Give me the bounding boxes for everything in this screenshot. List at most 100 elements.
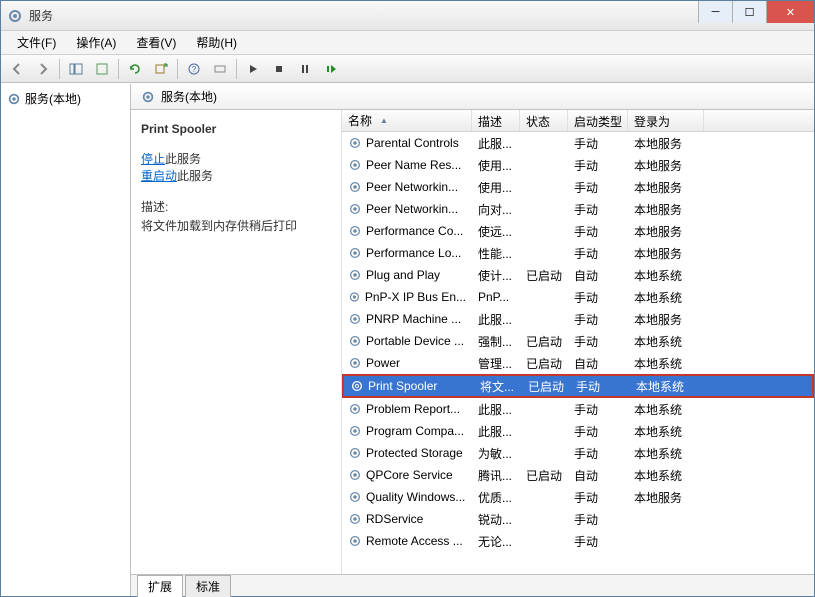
col-header-status[interactable]: 状态 xyxy=(520,110,568,131)
stop-link[interactable]: 停止 xyxy=(141,152,165,166)
cell-desc: 管理... xyxy=(472,352,520,375)
cell-logon: 本地服务 xyxy=(628,154,704,177)
pause-service-button[interactable] xyxy=(293,58,317,80)
menu-file[interactable]: 文件(F) xyxy=(7,32,66,53)
table-row[interactable]: Power管理...已启动自动本地系统 xyxy=(342,352,814,374)
minimize-button[interactable]: ─ xyxy=(698,1,732,23)
cell-desc: PnP... xyxy=(472,287,520,307)
table-row[interactable]: Print Spooler将文...已启动手动本地系统 xyxy=(342,374,814,398)
tab-standard[interactable]: 标准 xyxy=(185,575,231,597)
cell-startup: 手动 xyxy=(568,286,628,309)
right-body: Print Spooler 停止此服务 重启动此服务 描述: 将文件加载到内存供… xyxy=(131,110,814,574)
col-header-desc[interactable]: 描述 xyxy=(472,110,520,131)
cell-startup: 手动 xyxy=(568,398,628,421)
table-row[interactable]: Remote Access ...无论...手动 xyxy=(342,530,814,552)
table-row[interactable]: PnP-X IP Bus En...PnP...手动本地系统 xyxy=(342,286,814,308)
cell-startup: 手动 xyxy=(568,308,628,331)
col-header-name[interactable]: 名称▲ xyxy=(342,110,472,131)
cell-status xyxy=(520,428,568,434)
table-row[interactable]: QPCore Service腾讯...已启动自动本地系统 xyxy=(342,464,814,486)
show-hide-tree-button[interactable] xyxy=(64,58,88,80)
cell-desc: 将文... xyxy=(474,375,522,398)
tab-extended[interactable]: 扩展 xyxy=(137,575,183,597)
table-row[interactable]: RDService锐动...手动 xyxy=(342,508,814,530)
cell-name: Portable Device ... xyxy=(342,331,472,351)
table-row[interactable]: Problem Report...此服...手动本地系统 xyxy=(342,398,814,420)
table-row[interactable]: Peer Networkin...使用...手动本地服务 xyxy=(342,176,814,198)
tree-root-item[interactable]: 服务(本地) xyxy=(5,88,126,109)
gear-icon xyxy=(348,290,361,304)
description-label: 描述: xyxy=(141,198,331,215)
gear-icon xyxy=(348,180,362,194)
cell-name: Protected Storage xyxy=(342,443,472,463)
table-row[interactable]: Portable Device ...强制...已启动手动本地系统 xyxy=(342,330,814,352)
gear-icon xyxy=(348,512,362,526)
cell-status xyxy=(520,450,568,456)
cell-startup: 手动 xyxy=(568,420,628,443)
export-button[interactable] xyxy=(149,58,173,80)
toolbar-button[interactable] xyxy=(208,58,232,80)
properties-button[interactable] xyxy=(90,58,114,80)
gear-icon xyxy=(348,268,362,282)
menubar: 文件(F) 操作(A) 查看(V) 帮助(H) xyxy=(1,31,814,55)
menu-view[interactable]: 查看(V) xyxy=(126,32,186,53)
col-header-logon[interactable]: 登录为 xyxy=(628,110,704,131)
cell-startup: 自动 xyxy=(568,352,628,375)
cell-desc: 此服... xyxy=(472,398,520,421)
maximize-button[interactable]: ☐ xyxy=(732,1,766,23)
titlebar[interactable]: 服务 ─ ☐ ✕ xyxy=(1,1,814,31)
cell-startup: 手动 xyxy=(568,198,628,221)
gear-icon xyxy=(7,92,21,106)
cell-logon xyxy=(628,538,704,544)
table-row[interactable]: Plug and Play使计...已启动自动本地系统 xyxy=(342,264,814,286)
cell-logon: 本地系统 xyxy=(628,420,704,443)
cell-logon: 本地系统 xyxy=(630,375,706,398)
table-row[interactable]: Protected Storage为敏...手动本地系统 xyxy=(342,442,814,464)
table-row[interactable]: Parental Controls此服...手动本地服务 xyxy=(342,132,814,154)
cell-desc: 使用... xyxy=(472,154,520,177)
cell-status xyxy=(520,406,568,412)
cell-desc: 优质... xyxy=(472,486,520,509)
table-row[interactable]: Performance Lo...性能...手动本地服务 xyxy=(342,242,814,264)
cell-status xyxy=(520,316,568,322)
selected-service-name: Print Spooler xyxy=(141,122,331,136)
start-service-button[interactable] xyxy=(241,58,265,80)
right-header: 服务(本地) xyxy=(131,84,814,110)
separator xyxy=(177,59,178,79)
gear-icon xyxy=(348,402,362,416)
cell-name: Plug and Play xyxy=(342,265,472,285)
service-list: 名称▲ 描述 状态 启动类型 登录为 Parental Controls此服..… xyxy=(341,110,814,574)
table-row[interactable]: PNRP Machine ...此服...手动本地服务 xyxy=(342,308,814,330)
help-button[interactable]: ? xyxy=(182,58,206,80)
back-button[interactable] xyxy=(5,58,29,80)
cell-logon: 本地服务 xyxy=(628,132,704,155)
col-header-startup[interactable]: 启动类型 xyxy=(568,110,628,131)
table-row[interactable]: Peer Networkin...向对...手动本地服务 xyxy=(342,198,814,220)
cell-status: 已启动 xyxy=(520,464,568,487)
cell-logon: 本地服务 xyxy=(628,198,704,221)
refresh-button[interactable] xyxy=(123,58,147,80)
window-controls: ─ ☐ ✕ xyxy=(698,1,814,23)
table-row[interactable]: Peer Name Res...使用...手动本地服务 xyxy=(342,154,814,176)
cell-status xyxy=(520,184,568,190)
cell-desc: 强制... xyxy=(472,330,520,353)
cell-logon: 本地系统 xyxy=(628,264,704,287)
table-row[interactable]: Quality Windows...优质...手动本地服务 xyxy=(342,486,814,508)
forward-button[interactable] xyxy=(31,58,55,80)
menu-help[interactable]: 帮助(H) xyxy=(186,32,247,53)
stop-service-button[interactable] xyxy=(267,58,291,80)
separator xyxy=(59,59,60,79)
cell-startup: 自动 xyxy=(568,464,628,487)
table-row[interactable]: Performance Co...使远...手动本地服务 xyxy=(342,220,814,242)
gear-icon xyxy=(348,202,362,216)
menu-action[interactable]: 操作(A) xyxy=(66,32,126,53)
restart-link[interactable]: 重启动 xyxy=(141,169,177,183)
tree-root-label: 服务(本地) xyxy=(25,90,81,107)
restart-service-button[interactable] xyxy=(319,58,343,80)
gear-icon xyxy=(350,379,364,393)
close-button[interactable]: ✕ xyxy=(766,1,814,23)
table-row[interactable]: Program Compa...此服...手动本地系统 xyxy=(342,420,814,442)
action-links: 停止此服务 重启动此服务 xyxy=(141,150,331,184)
list-body[interactable]: Parental Controls此服...手动本地服务Peer Name Re… xyxy=(342,132,814,574)
cell-desc: 无论... xyxy=(472,530,520,553)
